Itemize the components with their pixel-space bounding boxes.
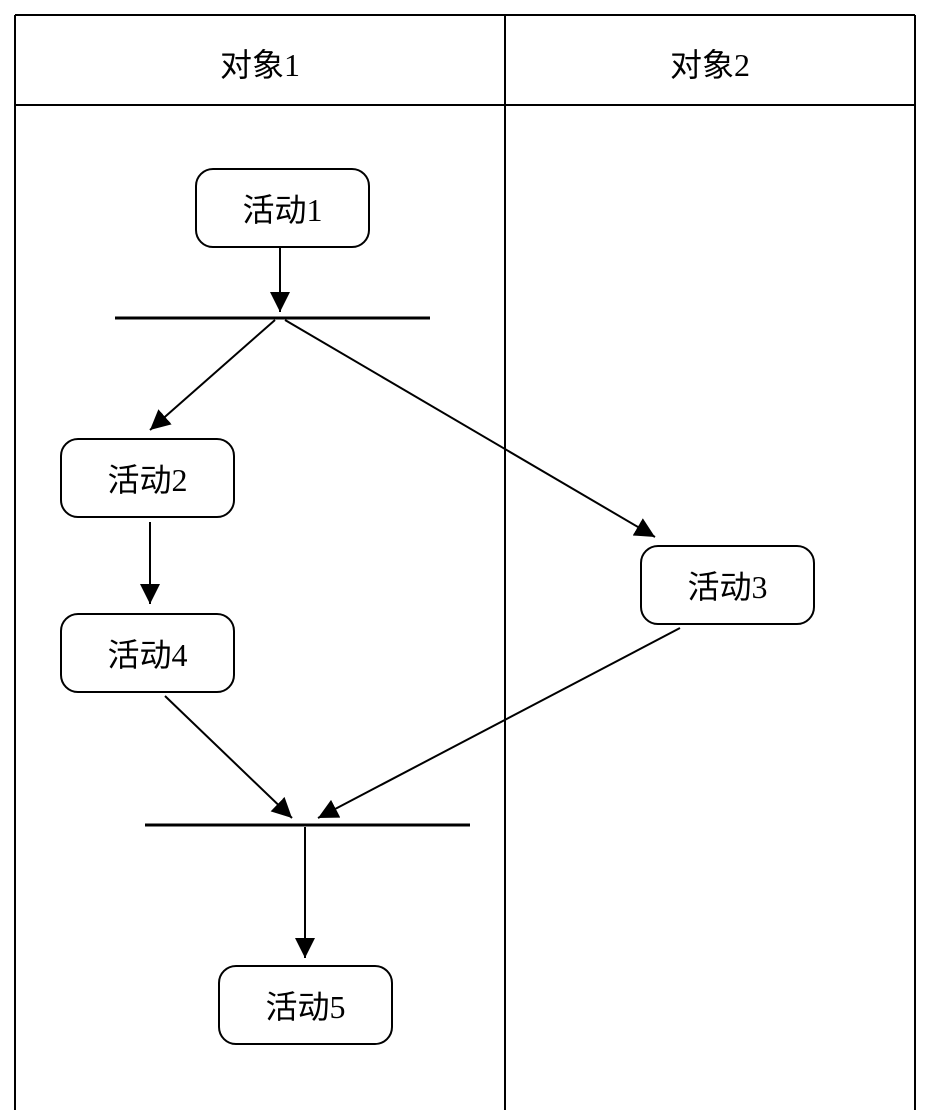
edge-a3-join [318,628,680,818]
activity-diagram: 对象1 对象2 活动1 活动2 活动3 活动4 活动5 [0,0,927,1117]
edge-fork-a3 [285,320,655,537]
activity-1: 活动1 [195,168,370,248]
activity-2: 活动2 [60,438,235,518]
activity-4: 活动4 [60,613,235,693]
activity-5: 活动5 [218,965,393,1045]
swimlane-header-1: 对象1 [15,40,505,86]
edge-fork-a2 [150,320,275,430]
swimlane-header-2: 对象2 [505,40,915,86]
edge-a4-join [165,696,292,818]
activity-3: 活动3 [640,545,815,625]
